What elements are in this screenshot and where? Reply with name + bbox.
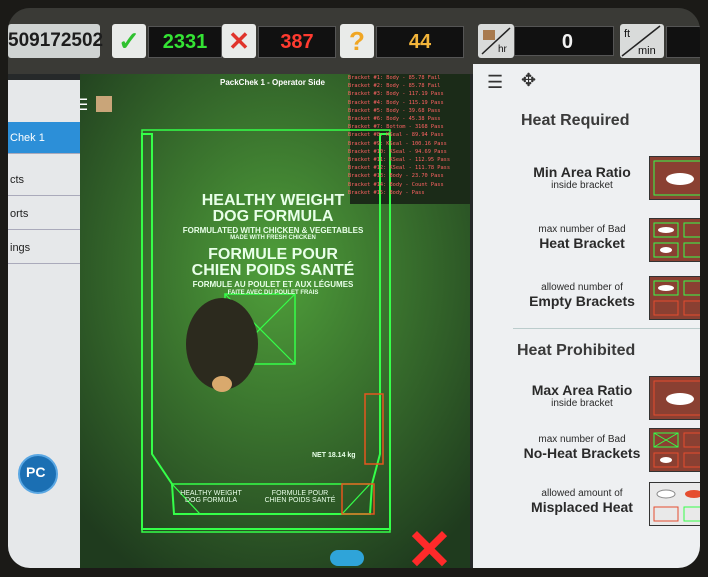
toggle-switch[interactable] [330,550,364,566]
max-area-ratio-label: Max Area Ratio inside bracket [531,382,633,409]
viewer-title: PackChek 1 - Operator Side [220,78,325,87]
box-icon[interactable] [96,96,112,112]
sidebar: Chek 1 cts orts ings PC [8,80,80,568]
misplaced-heat-image[interactable] [649,482,700,526]
heat-settings-panel: ☰ ✥ Heat Required Min Area Ratio inside … [473,64,700,568]
sidebar-item-packchek[interactable]: Chek 1 [8,122,80,154]
bag-text-line-3: FORMULATED WITH CHICKEN & VEGETABLES [182,226,364,235]
speed-icon: ft min [620,24,664,58]
move-icon[interactable]: ✥ [521,70,536,91]
company-logo: PC [18,454,58,494]
screen-frame: 509172502 ✓ 2331 ✕ 387 ? 44 hr 0 ft min … [8,8,700,568]
bag-text-line-4: MADE WITH FRESH CHICKEN [230,235,316,241]
question-icon: ? [340,24,374,58]
x-icon: ✕ [222,24,256,58]
fail-x-icon: ✕ [406,518,453,569]
heat-prohibited-heading: Heat Prohibited [517,342,636,359]
section-divider [513,328,700,329]
empty-brackets-image[interactable] [649,276,700,320]
sidebar-item-products[interactable]: cts [8,164,80,196]
bottom-text-left: HEALTHY WEIGHT DOG FORMULA [180,490,242,504]
speed-unit-bottom: min [638,45,656,57]
net-weight: NET 18.14 kg [312,452,356,459]
menu-icon[interactable]: ☰ [80,98,92,114]
bad-heat-bracket-image[interactable] [649,218,700,262]
bag-text-line-2: DOG FORMULA [212,208,334,225]
sidebar-item-reports[interactable]: orts [8,198,80,230]
rate-unit: hr [498,44,508,55]
panel-toolbar: ☰ ✥ [473,64,700,100]
camera-viewer[interactable]: PackChek 1 - Operator Side Bracket #1: B… [80,74,470,568]
heat-required-heading: Heat Required [521,112,630,129]
rate-value: 0 [514,26,614,56]
min-area-ratio-label: Min Area Ratio inside bracket [533,164,631,191]
check-icon: ✓ [112,24,146,58]
misplaced-heat-label: allowed amount of Misplaced Heat [531,488,633,515]
no-heat-brackets-image[interactable] [649,428,700,472]
bag-text-line-6: CHIEN POIDS SANTÉ [191,262,355,279]
unknown-count: 44 [376,26,464,58]
speed-value [666,26,700,58]
bad-heat-bracket-label: max number of Bad Heat Bracket [538,224,626,251]
min-area-ratio-image[interactable] [649,156,700,200]
no-heat-brackets-label: max number of Bad No-Heat Brackets [523,434,641,461]
inspection-log: Bracket #1: Body - 85.78 Fail Bracket #2:… [348,75,451,196]
max-area-ratio-image[interactable] [649,376,700,420]
empty-brackets-label: allowed number of Empty Brackets [529,282,635,309]
bottom-text-right: FORMULE POUR CHIEN POIDS SANTÉ [264,490,336,504]
sidebar-item-settings[interactable]: ings [8,232,80,264]
bag-text-line-7: FORMULE AU POULET ET AUX LÉGUMES [192,280,354,289]
box-rate-icon: hr [478,24,514,58]
bad-count: 387 [258,26,336,58]
speed-unit-top: ft [624,28,630,40]
good-count: 2331 [148,26,222,58]
serial-number: 509172502 [8,24,103,58]
list-menu-icon[interactable]: ☰ [487,72,503,93]
bag-text-line-8: FAITE AVEC DU POULET FRAIS [227,290,319,296]
